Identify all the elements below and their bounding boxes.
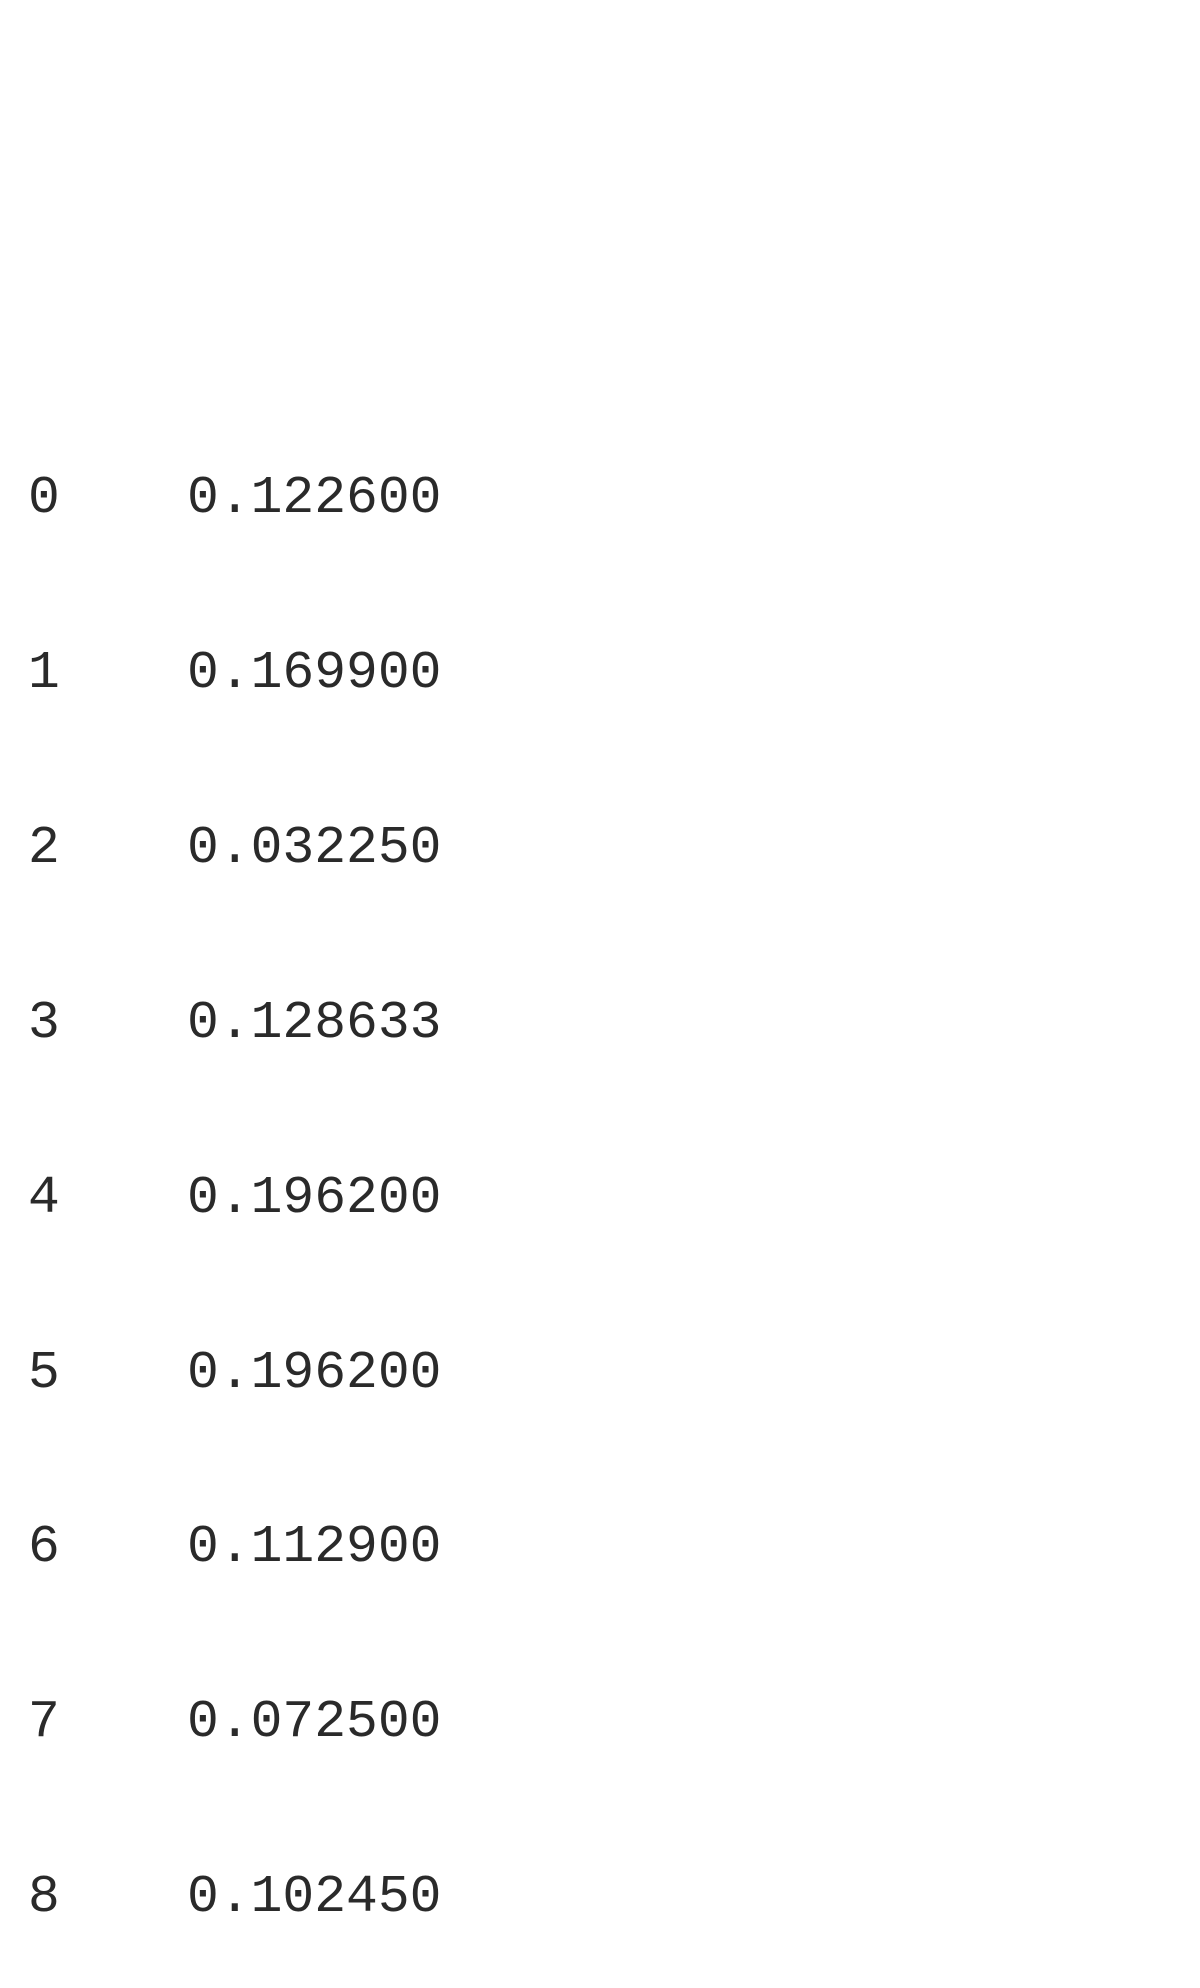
- row-value: 0.169900: [187, 630, 441, 717]
- row-index: 2: [28, 805, 60, 892]
- series-row: 7 0.072500: [28, 1679, 1172, 1766]
- row-index: 0: [28, 455, 60, 542]
- row-index: 7: [28, 1679, 60, 1766]
- row-index: 5: [28, 1330, 60, 1417]
- row-value: 0.072500: [187, 1679, 441, 1766]
- series-row: 6 0.112900: [28, 1504, 1172, 1591]
- row-value: 0.128633: [187, 980, 441, 1067]
- series-row: 0 0.122600: [28, 455, 1172, 542]
- row-value: 0.196200: [187, 1330, 441, 1417]
- row-value: 0.102450: [187, 1854, 441, 1941]
- row-index: 8: [28, 1854, 60, 1941]
- row-value: 0.122600: [187, 455, 441, 542]
- series-row: 2 0.032250: [28, 805, 1172, 892]
- series-row: 4 0.196200: [28, 1155, 1172, 1242]
- row-index: 1: [28, 630, 60, 717]
- series-row: 3 0.128633: [28, 980, 1172, 1067]
- row-value: 0.196200: [187, 1155, 441, 1242]
- series-row: 5 0.196200: [28, 1330, 1172, 1417]
- pandas-series-output: 00.122600 10.169900 20.032250 30.128633 …: [28, 368, 1172, 1988]
- series-row: 8 0.102450: [28, 1854, 1172, 1941]
- series-row: 1 0.169900: [28, 630, 1172, 717]
- row-value: 0.032250: [187, 805, 441, 892]
- row-index: 6: [28, 1504, 60, 1591]
- row-value: 0.112900: [187, 1504, 441, 1591]
- row-index: 4: [28, 1155, 60, 1242]
- row-index: 3: [28, 980, 60, 1067]
